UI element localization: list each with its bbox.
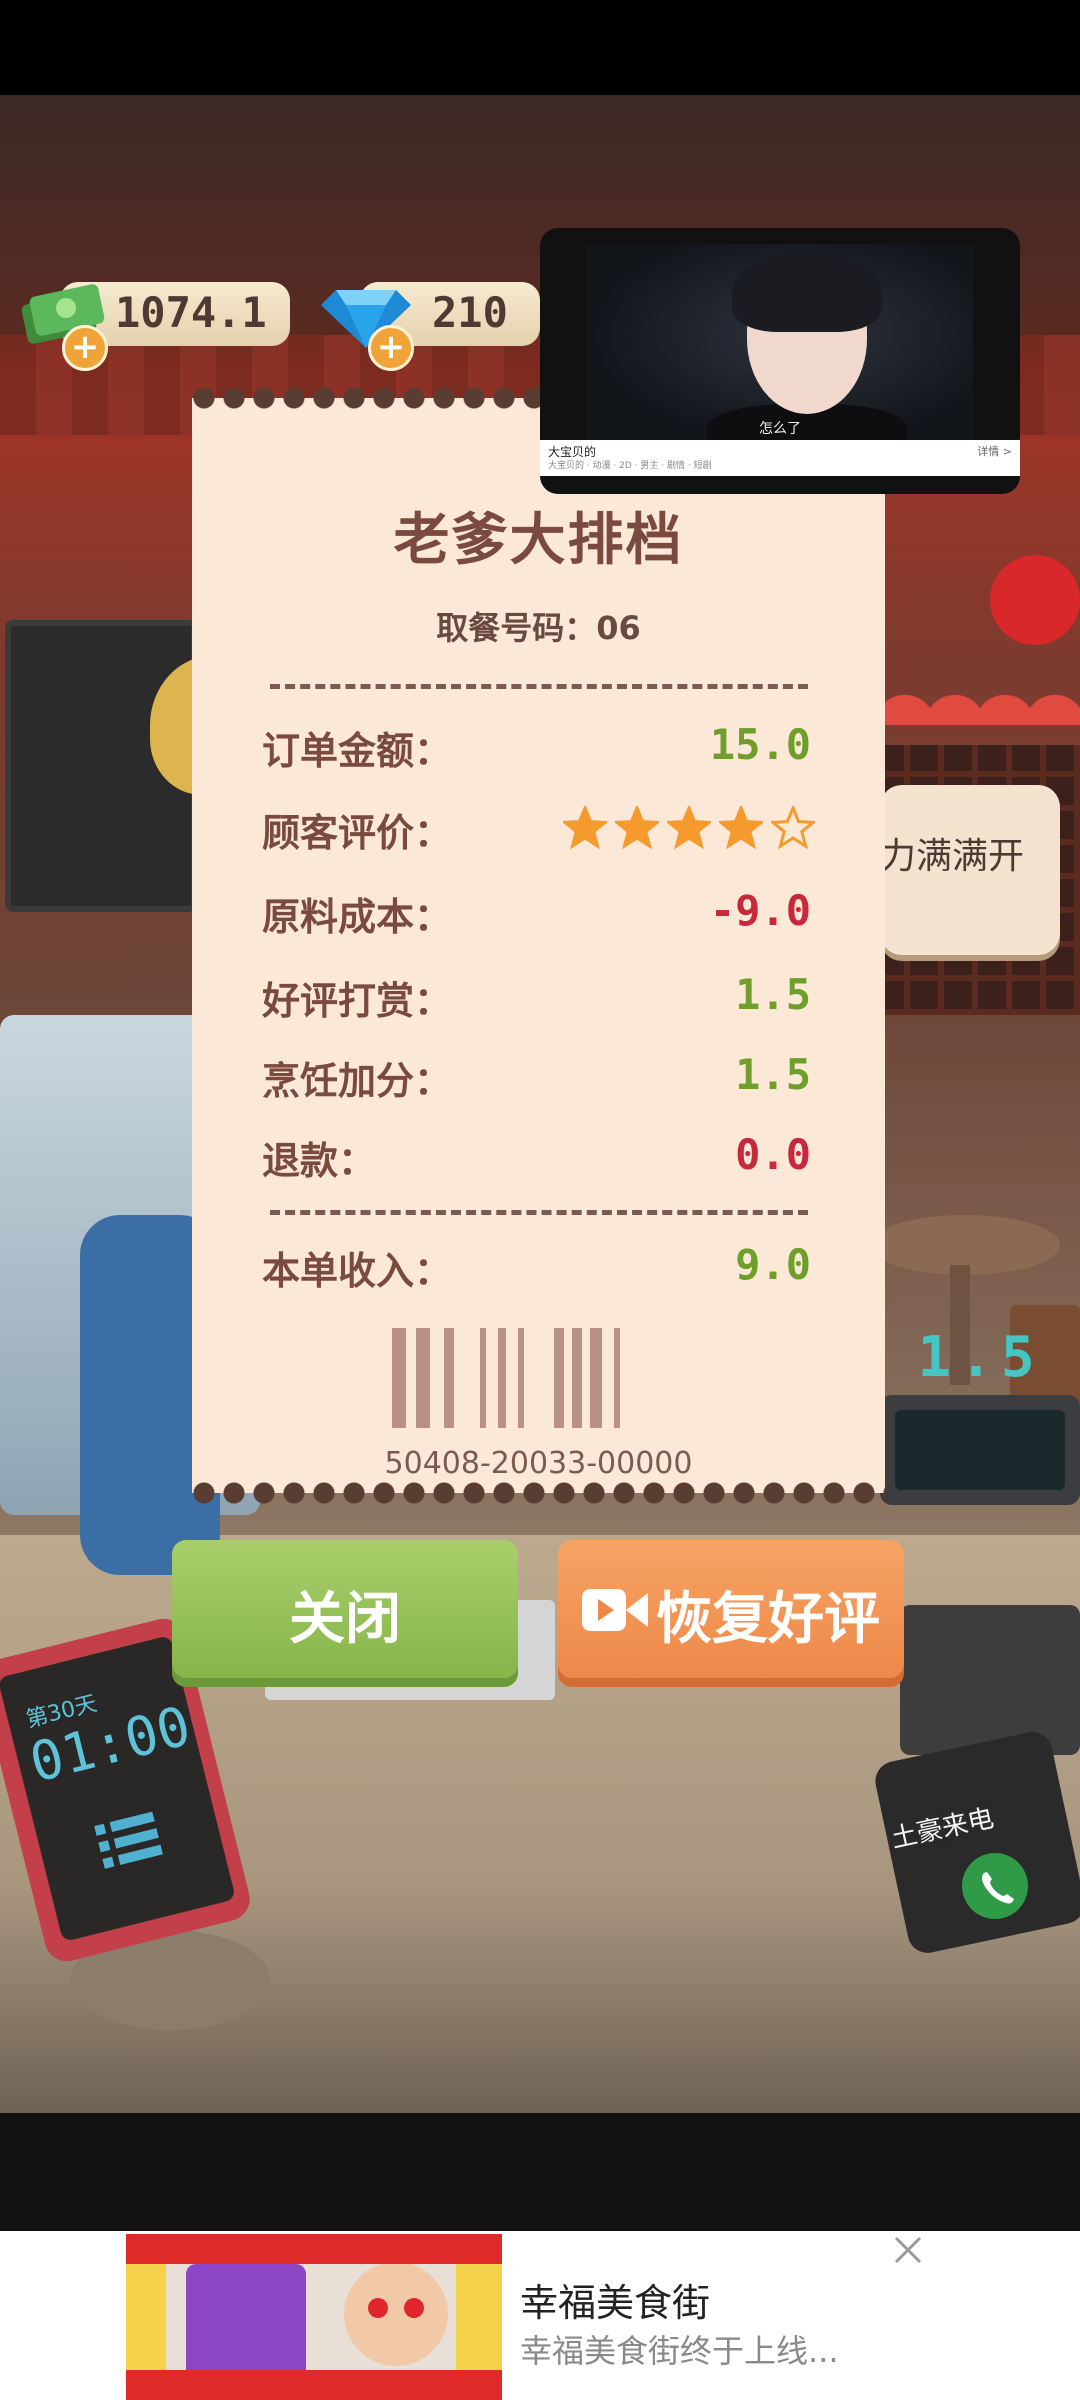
ad-thumbnail[interactable]: [126, 2234, 502, 2400]
barcode-bar: [602, 1328, 614, 1428]
red-lantern-icon: [990, 555, 1080, 645]
restaurant-name: 老爹大排档: [393, 508, 684, 573]
add-money-button[interactable]: +: [62, 325, 108, 371]
order-income-label: 本单收入：: [262, 1249, 453, 1293]
barcode-bar: [392, 1328, 406, 1428]
barcode-bar: [406, 1328, 416, 1428]
barcode-bar: [486, 1328, 498, 1428]
video-meta: 大宝贝的 · 动漫 · 2D · 男主 · 剧情 · 短剧: [548, 461, 712, 471]
money-value: 1074.1: [115, 288, 267, 337]
scale-readout: 1.5: [917, 1325, 1043, 1390]
star-filled-icon: [667, 806, 711, 850]
cooking-bonus-label: 烹饪加分：: [262, 1059, 453, 1103]
video-subtitle: 怎么了: [759, 421, 801, 437]
barcode-bar: [430, 1328, 444, 1428]
status-bar-area: [0, 0, 1080, 95]
order-amount-value: 15.0: [709, 720, 811, 769]
barcode-bar: [524, 1328, 554, 1428]
barcode-bar: [444, 1328, 454, 1428]
barcode-bar: [590, 1328, 602, 1428]
bubble-text: 力满满开: [880, 836, 1025, 877]
add-gems-button[interactable]: +: [368, 325, 414, 371]
order-amount-label: 订单金额：: [262, 729, 453, 773]
video-frame: [587, 244, 973, 464]
customer-speech-bubble: 力满满开: [880, 785, 1060, 955]
video-camera-icon: [582, 1589, 648, 1631]
pickup-number: 取餐号码：06: [436, 609, 641, 647]
ad-title[interactable]: 幸福美食街: [520, 2272, 710, 2327]
rating-stars: [563, 806, 815, 850]
barcode: [392, 1328, 680, 1428]
divider: [270, 684, 808, 689]
scale-screen: [895, 1410, 1065, 1490]
barcode-bar: [620, 1328, 630, 1428]
order-receipt: 老爹大排档 取餐号码：06 订单金额： 15.0 顾客评价： 原料成本： -9.…: [192, 386, 885, 1505]
close-button-label: 关闭: [289, 1587, 401, 1652]
close-button[interactable]: 关闭: [172, 1540, 518, 1678]
barcode-bar: [554, 1328, 564, 1428]
gem-value: 210: [432, 288, 508, 337]
restore-rating-label: 恢复好评: [656, 1587, 880, 1652]
star-filled-icon: [563, 806, 607, 850]
star-filled-icon: [719, 806, 763, 850]
roof-trim: [880, 655, 1080, 725]
list-menu-icon[interactable]: [94, 1810, 164, 1871]
video-details-link[interactable]: 详情 >: [977, 443, 1012, 459]
barcode-bar: [506, 1328, 518, 1428]
cooking-bonus-value: 1.5: [735, 1050, 811, 1099]
barcode-bar: [498, 1328, 506, 1428]
tip-value: 1.5: [735, 970, 811, 1019]
barcode-bar: [582, 1328, 590, 1428]
customer-rating-label: 顾客评价：: [262, 811, 453, 855]
barcode-number: 50408-20033-00000: [384, 1446, 693, 1481]
barcode-bar: [572, 1328, 582, 1428]
star-filled-icon: [615, 806, 659, 850]
close-icon[interactable]: [888, 2230, 928, 2270]
barcode-bar: [564, 1328, 572, 1428]
barcode-bar: [454, 1328, 480, 1428]
cash-register: [900, 1605, 1080, 1755]
ingredient-cost-value: -9.0: [709, 886, 811, 935]
tip-label: 好评打赏：: [262, 979, 453, 1023]
ingredient-cost-label: 原料成本：: [262, 895, 453, 939]
star-empty-icon: [771, 806, 815, 850]
receipt-bottom-edge: [192, 1481, 885, 1505]
game-bottom-band: [0, 2113, 1080, 2231]
ad-description[interactable]: 幸福美食街终于上线...: [520, 2326, 839, 2372]
divider: [270, 1210, 808, 1215]
barcode-bar: [416, 1328, 430, 1428]
restore-rating-button[interactable]: 恢复好评: [558, 1540, 904, 1678]
refund-value: 0.0: [735, 1130, 811, 1179]
order-income-value: 9.0: [735, 1240, 811, 1289]
character-hair: [732, 252, 882, 332]
video-ad-preview[interactable]: 怎么了 大宝贝的 大宝贝的 · 动漫 · 2D · 男主 · 剧情 · 短剧 详…: [540, 228, 1020, 494]
answer-call-icon[interactable]: [962, 1853, 1028, 1919]
refund-label: 退款：: [262, 1139, 377, 1183]
